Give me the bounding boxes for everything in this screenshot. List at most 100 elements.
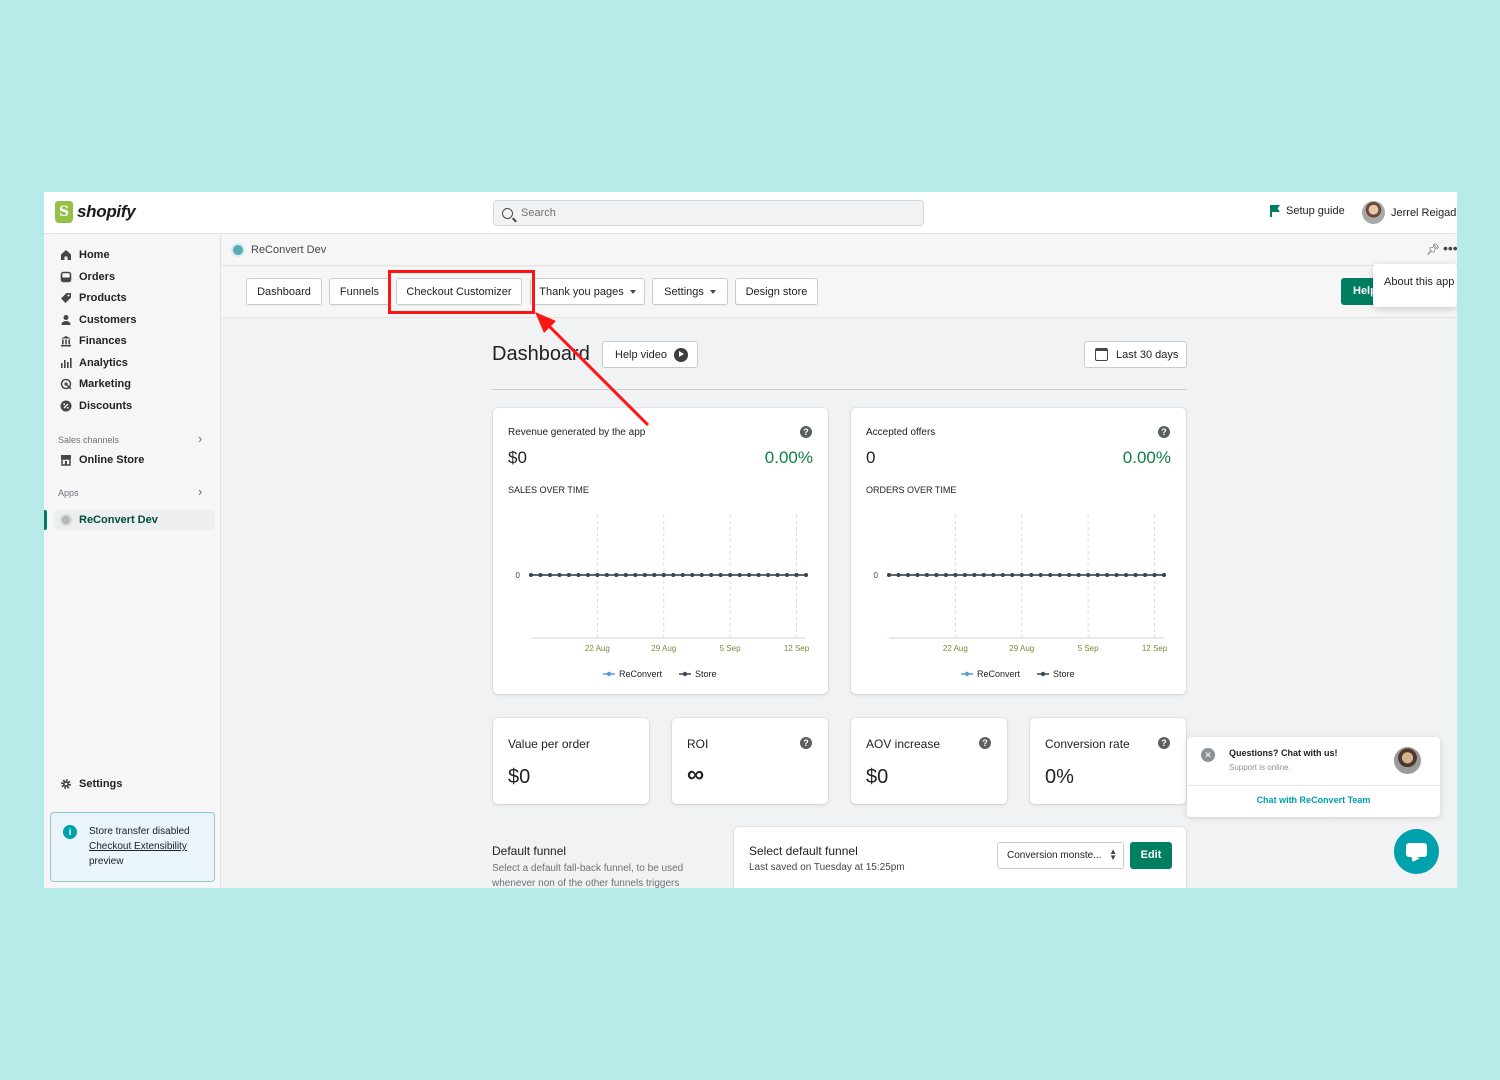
user-menu[interactable]: Jerrel Reigada [1362, 201, 1457, 224]
checkout-extensibility-link[interactable]: Checkout Extensibility [89, 841, 187, 852]
accepted-offers-card: Accepted offers ? 0 0.00% ORDERS OVER TI… [851, 408, 1186, 694]
sidebar-item-settings[interactable]: Settings [60, 778, 122, 790]
help-icon[interactable]: ? [1158, 426, 1170, 438]
stat-value: ∞ [687, 761, 705, 788]
data-point [943, 573, 948, 577]
sidebar-item-marketing[interactable]: Marketing [60, 378, 131, 390]
y-tick-label: 0 [516, 571, 521, 580]
help-icon[interactable]: ? [979, 737, 991, 749]
shopify-logo[interactable]: shopify [55, 201, 136, 223]
data-point [690, 573, 695, 577]
calendar-icon [1095, 348, 1108, 361]
chat-question: Questions? Chat with us! [1229, 748, 1338, 758]
data-point [529, 573, 533, 577]
data-point [775, 573, 780, 577]
tab-thank-you-pages[interactable]: Thank you pages [530, 278, 645, 305]
target-icon [60, 378, 72, 390]
data-point [794, 573, 799, 577]
chevron-right-icon[interactable]: › [198, 431, 202, 446]
sidebar-item-label: ReConvert Dev [79, 514, 158, 526]
home-icon [60, 249, 72, 261]
notice-text-2: preview [89, 856, 124, 867]
legend-marker [682, 671, 688, 677]
data-point [604, 573, 609, 577]
help-icon[interactable]: ? [1158, 737, 1170, 749]
offers-percent: 0.00% [1122, 448, 1171, 467]
notice-text: Store transfer disabled [89, 826, 190, 837]
roi-card: ROI ? ∞ [672, 718, 828, 804]
revenue-percent: 0.00% [764, 448, 813, 467]
sidebar-item-reconvert-dev[interactable]: ReConvert Dev [60, 514, 158, 526]
pin-icon[interactable]: 📌︎ [1426, 243, 1440, 256]
legend-label: Store [1053, 669, 1075, 679]
tab-settings[interactable]: Settings [652, 278, 728, 305]
sidebar-item-discounts[interactable]: Discounts [60, 400, 132, 412]
data-point [1095, 573, 1100, 577]
sidebar-item-home[interactable]: Home [60, 249, 110, 261]
edit-button[interactable]: Edit [1130, 842, 1172, 869]
sidebar-item-orders[interactable]: Orders [60, 271, 115, 283]
chat-launcher-icon[interactable] [1394, 829, 1439, 874]
sidebar-item-products[interactable]: Products [60, 292, 127, 304]
search-input[interactable]: Search [493, 200, 924, 226]
data-point [728, 573, 733, 577]
more-options-icon[interactable]: ••• [1443, 240, 1457, 256]
data-point [1010, 573, 1015, 577]
data-point [737, 573, 742, 577]
data-point [766, 573, 771, 577]
legend-marker [1040, 671, 1046, 677]
revenue-value: $0 [508, 448, 527, 467]
reconvert-app-icon [231, 243, 245, 257]
help-icon[interactable]: ? [800, 737, 812, 749]
tab-funnels[interactable]: Funnels [329, 278, 390, 305]
sidebar-item-customers[interactable]: Customers [60, 314, 136, 326]
help-video-button[interactable]: Help video [602, 341, 698, 368]
shopify-admin-window: shopify Search Setup guide Jerrel Reigad… [44, 192, 1457, 888]
select-funnel-title: Select default funnel [749, 844, 858, 858]
data-point [1019, 573, 1024, 577]
chat-popup: ✕ Questions? Chat with us! Support is on… [1187, 737, 1440, 817]
tab-dashboard[interactable]: Dashboard [246, 278, 322, 305]
funnel-select[interactable]: Conversion monste... ▲ ▼ [997, 842, 1124, 869]
setup-guide-button[interactable]: Setup guide [1270, 205, 1345, 217]
tab-design-store[interactable]: Design store [735, 278, 818, 305]
sidebar-item-analytics[interactable]: Analytics [60, 357, 128, 369]
setup-guide-label: Setup guide [1286, 205, 1345, 217]
chevron-right-icon[interactable]: › [198, 484, 202, 499]
sidebar-item-online-store[interactable]: Online Store [60, 454, 144, 466]
date-range-button[interactable]: Last 30 days [1084, 341, 1187, 368]
data-point [785, 573, 790, 577]
card-label: Revenue generated by the app [508, 427, 646, 438]
about-this-app-menu-item[interactable]: About this app [1373, 264, 1457, 307]
sidebar-item-label: Settings [79, 778, 123, 790]
support-avatar [1394, 747, 1421, 774]
data-point [642, 573, 647, 577]
data-point [1000, 573, 1005, 577]
app-header: ReConvert Dev 📌︎ ••• [222, 235, 1457, 266]
chat-status: Support is online. [1229, 763, 1291, 772]
data-point [576, 573, 581, 577]
x-tick-label: 5 Sep [720, 644, 741, 653]
legend-label: Store [695, 669, 717, 679]
sidebar-item-label: Discounts [79, 400, 133, 412]
help-video-label: Help video [615, 348, 667, 361]
close-icon[interactable]: ✕ [1201, 748, 1215, 762]
chat-with-team-link[interactable]: Chat with ReConvert Team [1187, 795, 1440, 805]
last-saved-text: Last saved on Tuesday at 15:25pm [749, 862, 905, 873]
data-point [747, 573, 752, 577]
data-point [623, 573, 628, 577]
chevron-down-icon [629, 289, 636, 294]
sidebar-item-finances[interactable]: Finances [60, 335, 127, 347]
reconvert-app-icon [60, 514, 72, 526]
card-label: Accepted offers [866, 427, 936, 438]
help-icon[interactable]: ? [800, 426, 812, 438]
store-icon [60, 454, 72, 466]
data-point [1038, 573, 1043, 577]
data-point [962, 573, 967, 577]
data-point [614, 573, 619, 577]
sidebar-item-label: Customers [79, 314, 137, 326]
data-point [896, 573, 901, 577]
checkout-customizer-highlight [388, 270, 535, 314]
sidebar-item-label: Finances [79, 335, 127, 347]
data-point [1048, 573, 1053, 577]
